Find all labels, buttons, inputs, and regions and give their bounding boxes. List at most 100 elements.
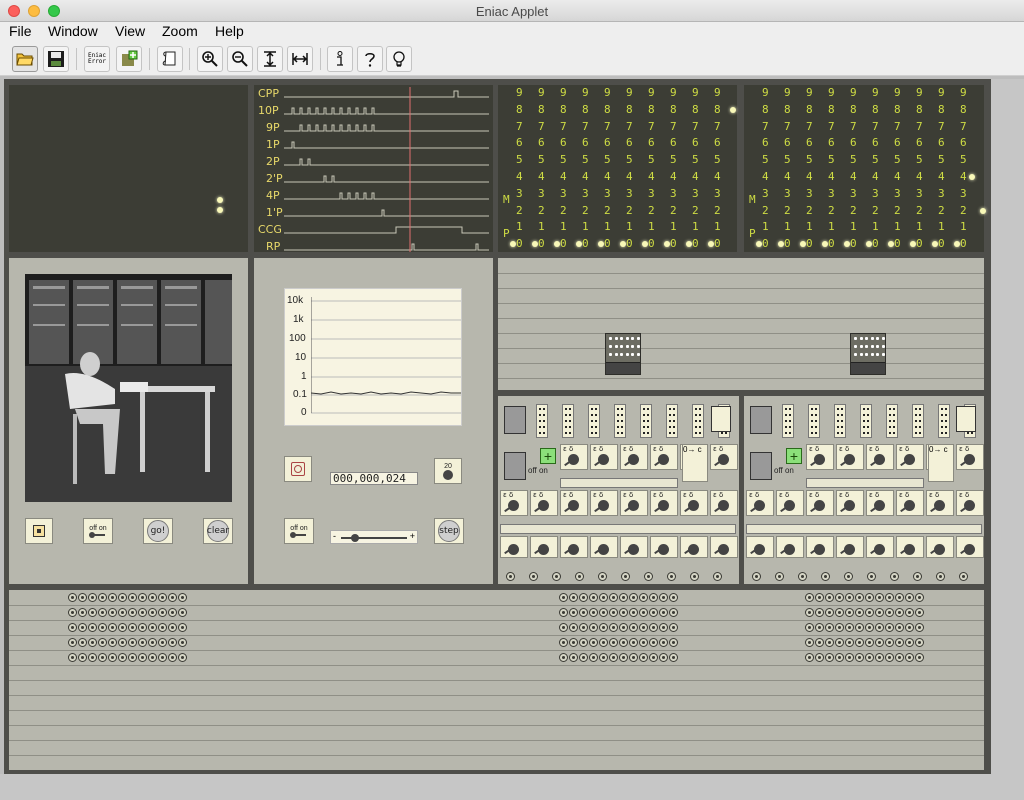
- output-socket[interactable]: [575, 572, 584, 581]
- significant-figures-knob[interactable]: [746, 536, 774, 558]
- trunk-socket[interactable]: [599, 593, 608, 602]
- slider-thumb[interactable]: [351, 534, 359, 542]
- trunk-socket[interactable]: [669, 593, 678, 602]
- significant-figures-knob[interactable]: [710, 536, 738, 558]
- trunk-socket[interactable]: [875, 638, 884, 647]
- program-switch-knob[interactable]: ε δ: [746, 490, 774, 516]
- significant-figures-knob[interactable]: [866, 536, 894, 558]
- trunk-socket[interactable]: [835, 638, 844, 647]
- record-button[interactable]: [284, 456, 312, 482]
- trunk-socket[interactable]: [108, 623, 117, 632]
- trunk-socket[interactable]: [579, 653, 588, 662]
- program-switch-knob[interactable]: ε δ: [590, 490, 618, 516]
- trunk-socket[interactable]: [559, 638, 568, 647]
- trunk-socket[interactable]: [865, 638, 874, 647]
- trunk-socket[interactable]: [865, 653, 874, 662]
- trunk-socket[interactable]: [148, 638, 157, 647]
- trunk-socket[interactable]: [805, 593, 814, 602]
- program-socket-strip[interactable]: [834, 404, 846, 438]
- trunk-socket[interactable]: [68, 593, 77, 602]
- trunk-socket[interactable]: [669, 608, 678, 617]
- output-socket[interactable]: [821, 572, 830, 581]
- trunk-socket[interactable]: [875, 653, 884, 662]
- trunk-socket[interactable]: [629, 638, 638, 647]
- output-socket[interactable]: [621, 572, 630, 581]
- trunk-socket[interactable]: [855, 593, 864, 602]
- trunk-socket[interactable]: [659, 608, 668, 617]
- trunk-socket[interactable]: [639, 653, 648, 662]
- horizontal-scrollbar[interactable]: [0, 774, 991, 800]
- trunk-socket[interactable]: [669, 638, 678, 647]
- trunk-socket[interactable]: [619, 593, 628, 602]
- output-socket[interactable]: [844, 572, 853, 581]
- go-button[interactable]: go!: [147, 520, 169, 542]
- trunk-socket[interactable]: [845, 593, 854, 602]
- trunk-socket[interactable]: [659, 623, 668, 632]
- trunk-socket[interactable]: [875, 593, 884, 602]
- output-socket[interactable]: [959, 572, 968, 581]
- trunk-socket[interactable]: [649, 608, 658, 617]
- trunk-socket[interactable]: [639, 593, 648, 602]
- trunk-socket[interactable]: [128, 623, 137, 632]
- trunk-socket[interactable]: [88, 608, 97, 617]
- trunk-socket[interactable]: [629, 608, 638, 617]
- output-socket[interactable]: [913, 572, 922, 581]
- program-switch-knob[interactable]: ε δ: [956, 490, 984, 516]
- menu-view[interactable]: View: [115, 23, 145, 39]
- trunk-socket[interactable]: [619, 638, 628, 647]
- menu-window[interactable]: Window: [48, 23, 98, 39]
- trunk-socket[interactable]: [178, 638, 187, 647]
- input-jack[interactable]: [504, 452, 526, 480]
- trunk-socket[interactable]: [895, 623, 904, 632]
- trunk-socket[interactable]: [168, 623, 177, 632]
- trunk-socket[interactable]: [805, 653, 814, 662]
- trunk-socket[interactable]: [88, 638, 97, 647]
- output-socket[interactable]: [667, 572, 676, 581]
- trunk-socket[interactable]: [619, 623, 628, 632]
- program-socket-strip[interactable]: [588, 404, 600, 438]
- trunk-socket[interactable]: [178, 623, 187, 632]
- program-socket-strip[interactable]: [860, 404, 872, 438]
- trunk-socket[interactable]: [659, 653, 668, 662]
- program-socket-strip[interactable]: [886, 404, 898, 438]
- trunk-socket[interactable]: [845, 623, 854, 632]
- trunk-socket[interactable]: [88, 593, 97, 602]
- trunk-socket[interactable]: [905, 623, 914, 632]
- trunk-socket[interactable]: [128, 638, 137, 647]
- output-socket[interactable]: [752, 572, 761, 581]
- significant-figures-knob[interactable]: [650, 536, 678, 558]
- trunk-socket[interactable]: [875, 623, 884, 632]
- significant-figures-knob[interactable]: [926, 536, 954, 558]
- add-button[interactable]: +: [786, 448, 802, 464]
- trunk-socket[interactable]: [845, 638, 854, 647]
- output-socket[interactable]: [713, 572, 722, 581]
- trunk-socket[interactable]: [895, 653, 904, 662]
- program-switch-knob[interactable]: ε δ: [806, 490, 834, 516]
- trunk-socket[interactable]: [559, 623, 568, 632]
- trunk-socket[interactable]: [118, 608, 127, 617]
- trunk-socket[interactable]: [138, 653, 147, 662]
- significant-figures-knob[interactable]: [560, 536, 588, 558]
- significant-figures-knob[interactable]: [806, 536, 834, 558]
- clear-correct-switch[interactable]: 0→ c: [928, 444, 954, 482]
- speed-knob[interactable]: 20: [434, 458, 462, 484]
- input-jack[interactable]: [750, 406, 772, 434]
- trunk-socket[interactable]: [805, 638, 814, 647]
- program-switch-knob[interactable]: ε δ: [926, 490, 954, 516]
- trunk-socket[interactable]: [78, 608, 87, 617]
- cycling-off-on-switch[interactable]: off on: [284, 518, 314, 544]
- output-socket[interactable]: [598, 572, 607, 581]
- menu-help[interactable]: Help: [215, 23, 244, 39]
- significant-figures-knob[interactable]: [956, 536, 984, 558]
- trunk-socket[interactable]: [118, 623, 127, 632]
- program-switch-knob[interactable]: ε δ: [806, 444, 834, 470]
- vertical-scrollbar[interactable]: [991, 79, 1024, 800]
- trunk-socket[interactable]: [579, 623, 588, 632]
- eniac-error-button[interactable]: Eniac Error: [84, 46, 110, 72]
- trunk-socket[interactable]: [659, 593, 668, 602]
- trunk-socket[interactable]: [905, 638, 914, 647]
- acc-off-on-switch[interactable]: off on: [774, 466, 794, 475]
- trunk-socket[interactable]: [128, 653, 137, 662]
- trunk-socket[interactable]: [569, 638, 578, 647]
- trunk-socket[interactable]: [885, 623, 894, 632]
